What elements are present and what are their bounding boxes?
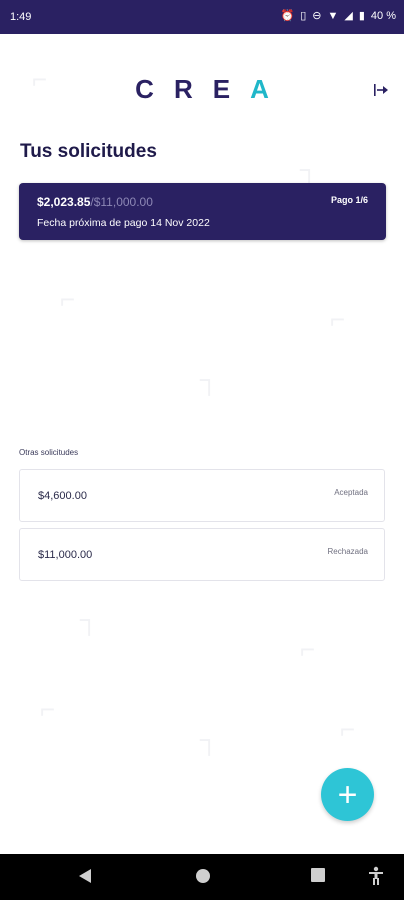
background-pattern: ⌐ [330,304,346,334]
background-pattern: ┐ [300,154,319,184]
battery-level: 40 % [370,10,396,22]
status-time: 1:49 [10,11,32,23]
request-amount: $11,000.00 [38,549,93,561]
home-button[interactable] [195,868,211,889]
accessibility-button[interactable] [368,866,384,891]
vibrate-icon: ▯ [300,10,307,22]
next-payment-date: Fecha próxima de pago 14 Nov 2022 [37,217,210,229]
background-pattern: ⌐ [300,634,316,664]
logout-icon[interactable] [374,84,388,96]
alarm-icon: ⏰ [280,10,295,22]
other-requests-label: Otras solicitudes [19,448,79,457]
wifi-icon: ▼ [327,10,339,22]
recents-button[interactable] [311,868,325,887]
app-screen: ⌐ ┐ ⌐ ⌐ ┐ ┐ ⌐ ⌐ ┐ ⌐ CREA Tus solicitudes… [0,34,404,854]
battery-icon: ▮ [358,10,365,22]
crea-logo: CREA [0,74,404,105]
request-amount: $4,600.00 [38,490,87,502]
active-request-amount: $2,023.85/$11,000.00 [37,195,153,209]
paid-amount: $2,023.85 [37,195,91,209]
recents-icon [311,868,325,882]
status-icons: ⏰ ▯ ⊖ ▼ ◢ ▮ 40 % [281,10,396,22]
request-item[interactable]: $11,000.00 Rechazada [19,528,385,581]
background-pattern: ⌐ [60,284,76,314]
system-nav-bar [0,854,404,900]
add-request-button[interactable]: + [321,768,374,821]
background-pattern: ⌐ [40,694,56,724]
signal-icon: ◢ [344,10,353,22]
logo-letter: C [135,74,174,104]
background-pattern: ┐ [200,724,219,754]
payment-progress: Pago 1/6 [330,195,368,205]
back-button[interactable] [78,868,92,889]
request-status: Rechazada [327,547,368,556]
logo-letter: R [173,74,213,104]
request-item[interactable]: $4,600.00 Aceptada [19,469,385,522]
background-pattern: ┐ [80,604,99,634]
home-icon [196,869,210,883]
accessibility-icon [369,866,383,885]
total-amount: /$11,000.00 [90,195,153,209]
plus-icon: + [337,775,358,814]
logo-letter: A [250,74,289,104]
back-icon [79,869,91,883]
logout-icon-graphic [374,84,388,96]
background-pattern: ⌐ [340,714,356,744]
dnd-icon: ⊖ [312,10,322,22]
background-pattern: ┐ [200,364,219,394]
logo-letter: E [212,74,251,104]
active-request-card[interactable]: $2,023.85/$11,000.00 Pago 1/6 Fecha próx… [19,183,386,240]
status-bar: 1:49 ⏰ ▯ ⊖ ▼ ◢ ▮ 40 % [0,0,404,34]
page-title: Tus solicitudes [20,141,157,162]
request-status: Aceptada [334,488,368,497]
